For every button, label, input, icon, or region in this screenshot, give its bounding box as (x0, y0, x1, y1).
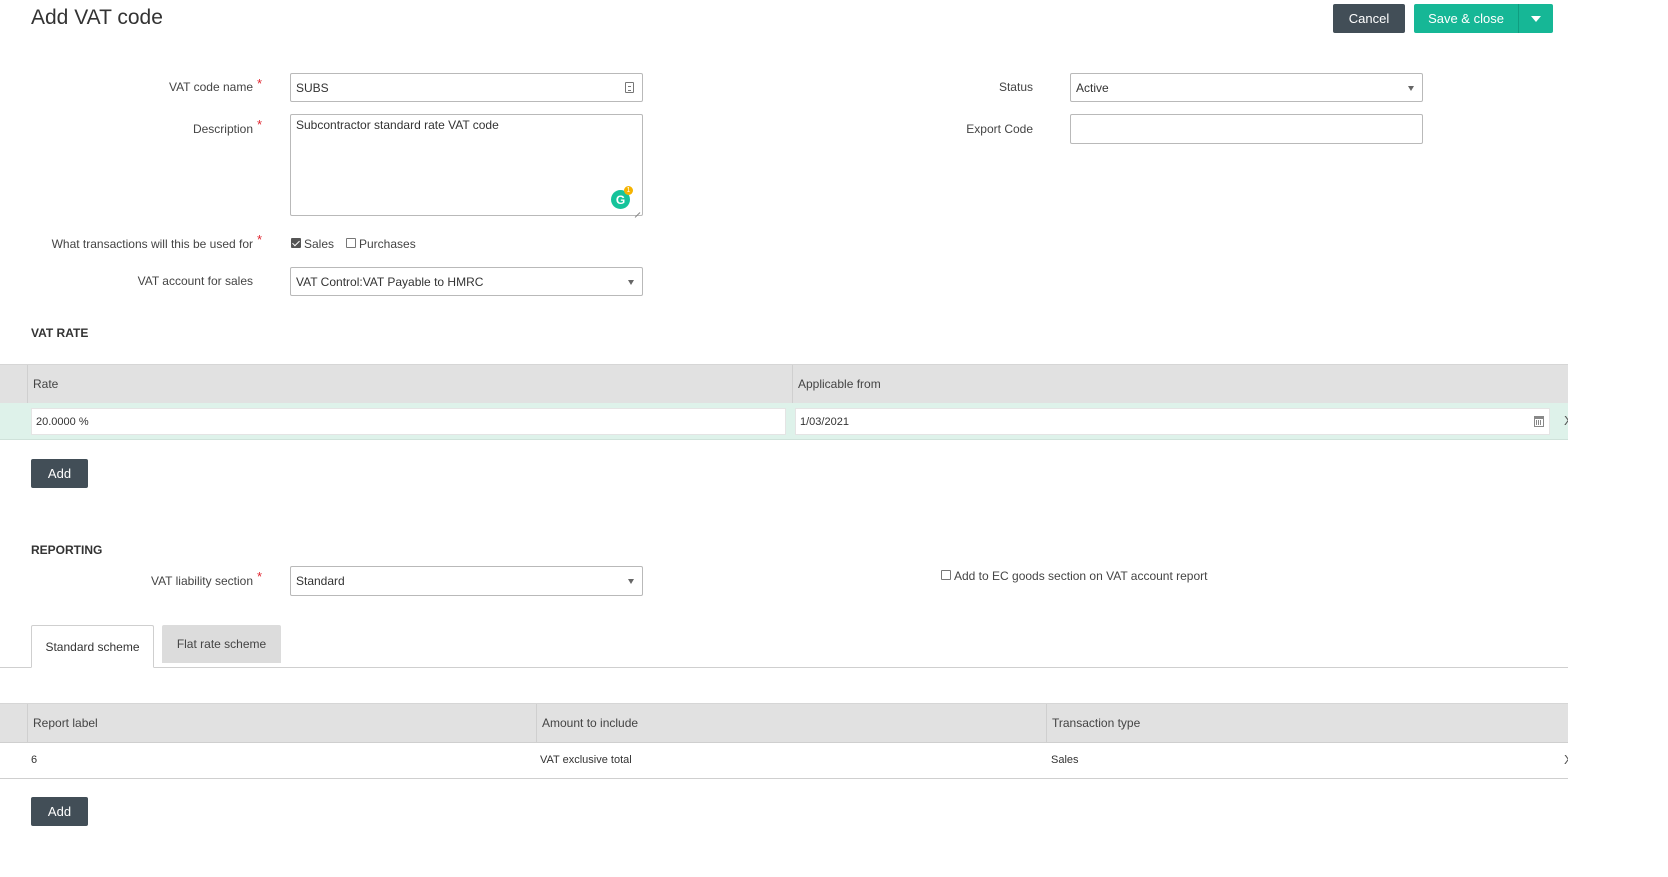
status-value: Active (1076, 80, 1109, 95)
chevron-down-icon (1531, 15, 1541, 22)
contact-card-icon (625, 82, 634, 93)
required-marker: * (257, 76, 263, 91)
grammarly-badge: 1 (624, 186, 633, 195)
delete-row-icon[interactable]: X (1564, 752, 1568, 767)
vat-code-name-input[interactable]: SUBS (290, 73, 643, 102)
rate-value: 20.0000 % (36, 415, 89, 428)
transaction-type-column-header[interactable]: Transaction type (1046, 704, 1557, 742)
export-code-label: Export Code (966, 122, 1033, 136)
applicable-from-column-header[interactable]: Applicable from (792, 365, 1557, 403)
page-title: Add VAT code (31, 6, 163, 29)
chevron-down-icon (628, 579, 634, 584)
vat-code-name-value: SUBS (296, 80, 329, 95)
report-label-cell: 6 (31, 754, 38, 766)
calendar-icon[interactable] (1534, 416, 1544, 427)
chevron-down-icon (628, 279, 634, 285)
cancel-button[interactable]: Cancel (1333, 4, 1405, 33)
tab-flat-rate-scheme[interactable]: Flat rate scheme (162, 625, 281, 663)
sales-checkbox[interactable] (291, 238, 301, 248)
export-code-input[interactable] (1070, 114, 1423, 144)
purchases-checkbox[interactable] (346, 238, 356, 248)
add-report-row-button[interactable]: Add (31, 797, 88, 826)
vat-rate-section-title: VAT RATE (31, 326, 89, 340)
chevron-down-icon (1408, 85, 1414, 91)
description-label: Description (192, 122, 253, 136)
resize-grip-icon[interactable] (633, 206, 641, 214)
vat-liability-section-value: Standard (296, 574, 345, 588)
required-marker: * (257, 569, 263, 584)
applicable-from-date-input[interactable]: 1/03/2021 (795, 408, 1550, 435)
vat-rate-row[interactable]: 20.0000 % 1/03/2021 X (0, 403, 1568, 440)
purchases-label: Purchases (359, 237, 416, 251)
tab-divider (0, 667, 1568, 668)
report-grid-header: Report label Amount to include Transacti… (0, 703, 1568, 743)
vat-account-sales-select[interactable]: VAT Control:VAT Payable to HMRC (290, 267, 643, 296)
add-vat-rate-button[interactable]: Add (31, 459, 88, 488)
vat-account-sales-value: VAT Control:VAT Payable to HMRC (296, 274, 484, 289)
transaction-type-cell: Sales (1051, 754, 1079, 766)
rate-input[interactable]: 20.0000 % (31, 408, 786, 435)
vat-code-name-label: VAT code name (168, 80, 253, 94)
amount-cell: VAT exclusive total (540, 754, 632, 766)
applicable-from-value: 1/03/2021 (800, 415, 849, 428)
vat-account-sales-label: VAT account for sales (137, 274, 253, 288)
vat-liability-section-label: VAT liability section (150, 574, 253, 588)
sales-label: Sales (304, 237, 335, 251)
report-label-column-header[interactable]: Report label (27, 704, 536, 742)
rate-column-header[interactable]: Rate (27, 365, 792, 403)
ec-goods-label: Add to EC goods section on VAT account r… (954, 569, 1208, 583)
ec-goods-checkbox[interactable] (941, 570, 951, 580)
save-options-button[interactable] (1518, 4, 1553, 33)
status-label: Status (998, 80, 1033, 94)
description-textarea[interactable]: Subcontractor standard rate VAT code (290, 114, 643, 216)
tab-standard-scheme[interactable]: Standard scheme (31, 625, 154, 668)
reporting-section-title: REPORTING (31, 543, 103, 557)
amount-column-header[interactable]: Amount to include (536, 704, 1046, 742)
delete-row-icon[interactable]: X (1564, 413, 1568, 428)
save-close-button[interactable]: Save & close (1414, 4, 1518, 33)
vat-liability-section-select[interactable]: Standard (290, 566, 643, 596)
transactions-label: What transactions will this be used for (51, 237, 253, 251)
description-value: Subcontractor standard rate VAT code (296, 118, 499, 132)
table-row[interactable]: 6 VAT exclusive total Sales X (0, 742, 1568, 779)
required-marker: * (257, 232, 263, 247)
vat-rate-grid-header: Rate Applicable from (0, 364, 1568, 404)
required-marker: * (257, 117, 263, 132)
status-select[interactable]: Active (1070, 73, 1423, 102)
